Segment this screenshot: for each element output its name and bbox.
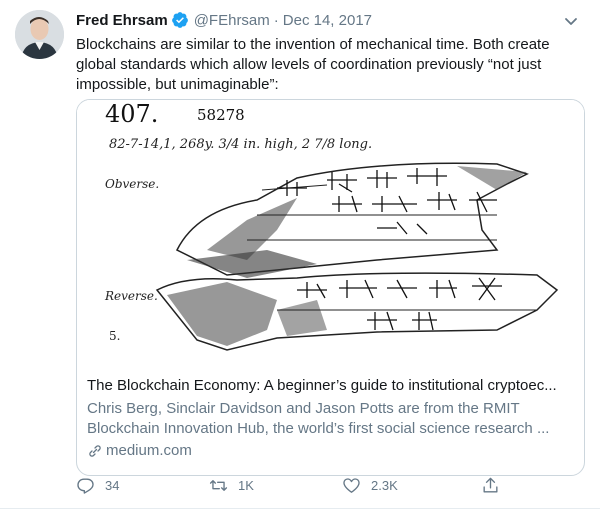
card-body: The Blockchain Economy: A beginner’s gui… — [77, 366, 584, 461]
reply-button[interactable]: 34 — [76, 476, 209, 495]
card-image: 407. 58278 82-7-14,1, 268y. 3/4 in. high… — [77, 100, 584, 366]
verified-badge-icon — [171, 11, 189, 29]
share-button[interactable] — [481, 476, 510, 495]
cuneiform-tablet-sketch: 407. 58278 82-7-14,1, 268y. 3/4 in. high… — [77, 100, 584, 366]
tweet-text: Blockchains are similar to the invention… — [76, 36, 554, 93]
tweet-date[interactable]: Dec 14, 2017 — [283, 12, 372, 29]
card-title[interactable]: The Blockchain Economy: A beginner’s gui… — [87, 376, 574, 396]
sketch-measure: 82-7-14,1, 268y. 3/4 in. high, 2 7/8 lon… — [109, 137, 372, 152]
link-icon — [87, 443, 103, 459]
like-count: 2.3K — [371, 478, 398, 493]
retweet-icon — [209, 480, 228, 491]
sketch-five: 5. — [109, 329, 120, 343]
chevron-down-icon[interactable] — [560, 10, 582, 32]
reply-count: 34 — [105, 478, 120, 493]
share-icon — [483, 477, 498, 493]
separator-dot: · — [273, 11, 279, 29]
author-name[interactable]: Fred Ehrsam — [76, 12, 168, 29]
avatar-photo — [15, 10, 64, 59]
sketch-number: 407. — [105, 100, 158, 128]
sketch-reverse: Reverse. — [104, 289, 158, 303]
card-description: Chris Berg, Sinclair Davidson and Jason … — [87, 400, 550, 437]
avatar[interactable] — [15, 10, 64, 59]
card-domain[interactable]: medium.com — [87, 441, 574, 461]
retweet-button[interactable]: 1K — [209, 476, 342, 495]
sketch-obverse: Obverse. — [105, 177, 159, 191]
reply-icon — [77, 478, 94, 494]
like-button[interactable]: 2.3K — [342, 476, 475, 495]
link-card[interactable]: 407. 58278 82-7-14,1, 268y. 3/4 in. high… — [76, 99, 585, 476]
author-handle[interactable]: @FEhrsam — [194, 12, 270, 29]
tweet[interactable]: Fred Ehrsam @FEhrsam · Dec 14, 2017 Bloc… — [0, 0, 600, 509]
card-domain-text: medium.com — [106, 442, 192, 459]
tweet-actions: 34 1K 2.3K — [76, 476, 516, 495]
like-icon — [343, 478, 360, 493]
tweet-header: Fred Ehrsam @FEhrsam · Dec 14, 2017 — [76, 10, 586, 30]
retweet-count: 1K — [238, 478, 254, 493]
sketch-catalog: 58278 — [197, 106, 245, 124]
tweet-content: Fred Ehrsam @FEhrsam · Dec 14, 2017 Bloc… — [76, 10, 586, 476]
